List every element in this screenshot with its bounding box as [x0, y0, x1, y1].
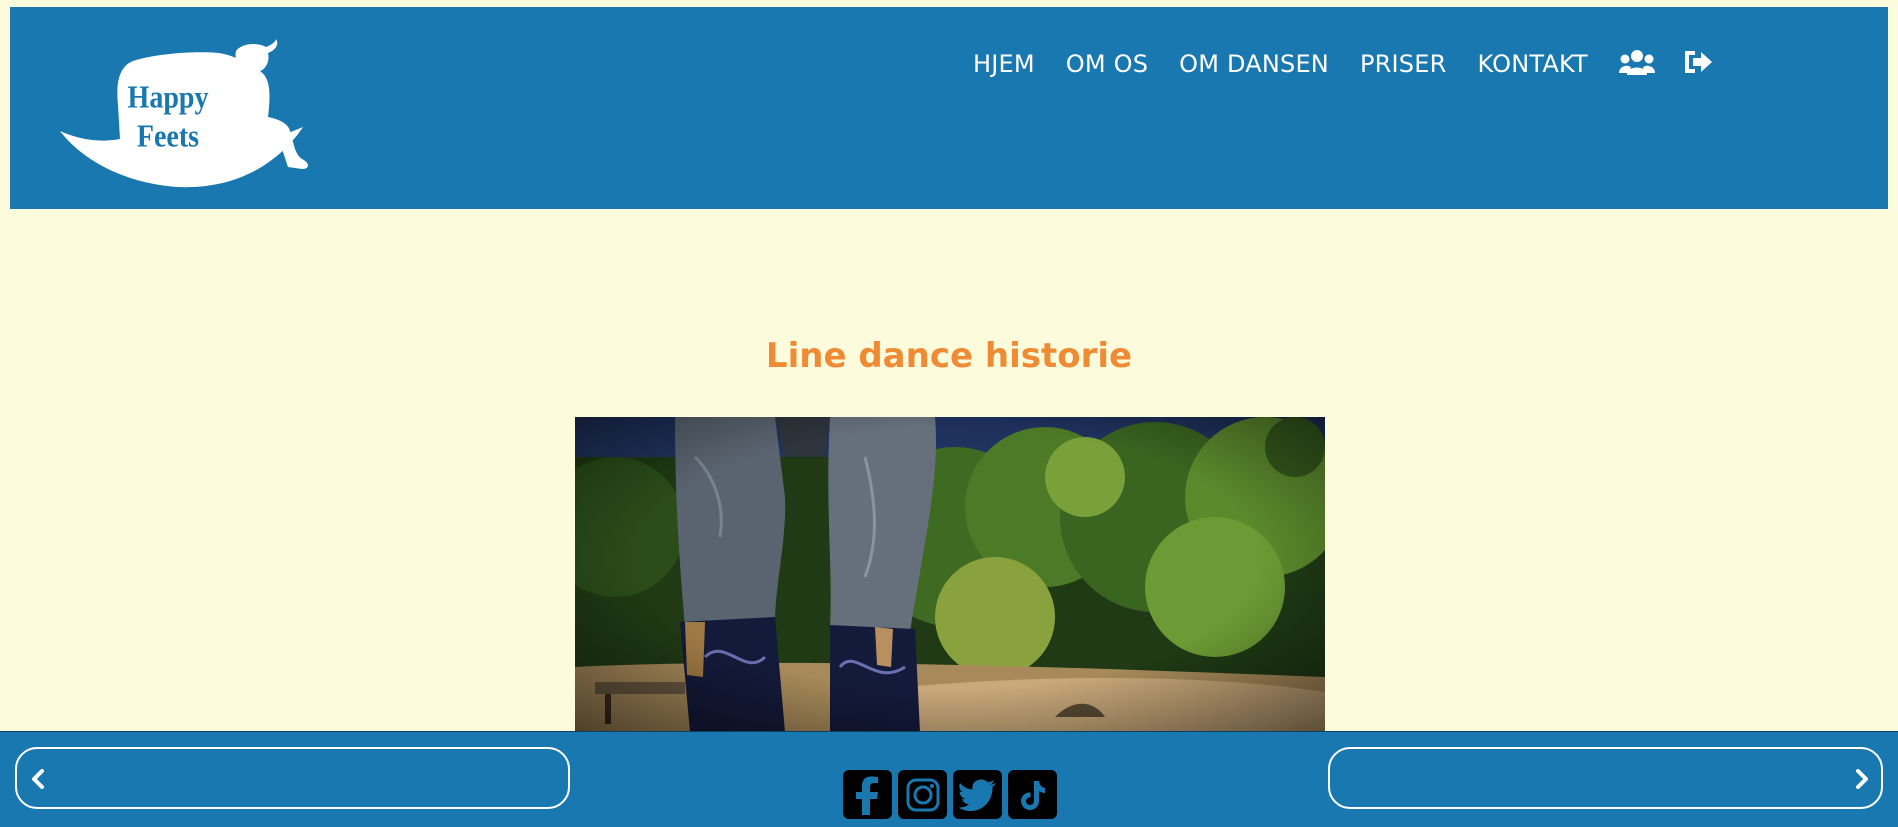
social-links	[843, 770, 1057, 819]
prev-button[interactable]	[15, 747, 570, 809]
users-icon[interactable]	[1618, 49, 1655, 79]
logo-text-line1: Happy	[128, 79, 209, 115]
nav-item-priser[interactable]: PRISER	[1360, 50, 1447, 78]
happy-feets-logo[interactable]: Happy Feets	[58, 35, 320, 195]
site-footer	[0, 731, 1898, 827]
site-header: Happy Feets HJEM OM OS OM DANSEN PRISER …	[10, 7, 1888, 209]
twitter-icon[interactable]	[953, 770, 1002, 819]
main-nav: HJEM OM OS OM DANSEN PRISER KONTAKT	[973, 49, 1741, 79]
page-title-text: Line dance historie	[765, 336, 1133, 376]
logo-text-line2: Feets	[137, 118, 199, 154]
instagram-icon[interactable]	[898, 770, 947, 819]
sign-out-icon[interactable]	[1683, 49, 1713, 79]
chevron-right-icon	[1855, 769, 1869, 793]
next-button[interactable]	[1328, 747, 1883, 809]
facebook-icon[interactable]	[843, 770, 892, 819]
tiktok-icon[interactable]	[1008, 770, 1057, 819]
nav-item-kontakt[interactable]: KONTAKT	[1477, 50, 1587, 78]
chevron-left-icon	[31, 769, 45, 793]
hero-image	[575, 417, 1325, 732]
page-title: Line dance historie	[0, 336, 1898, 376]
nav-item-om-dansen[interactable]: OM DANSEN	[1179, 50, 1329, 78]
nav-item-om-os[interactable]: OM OS	[1066, 50, 1148, 78]
nav-item-hjem[interactable]: HJEM	[973, 50, 1035, 78]
